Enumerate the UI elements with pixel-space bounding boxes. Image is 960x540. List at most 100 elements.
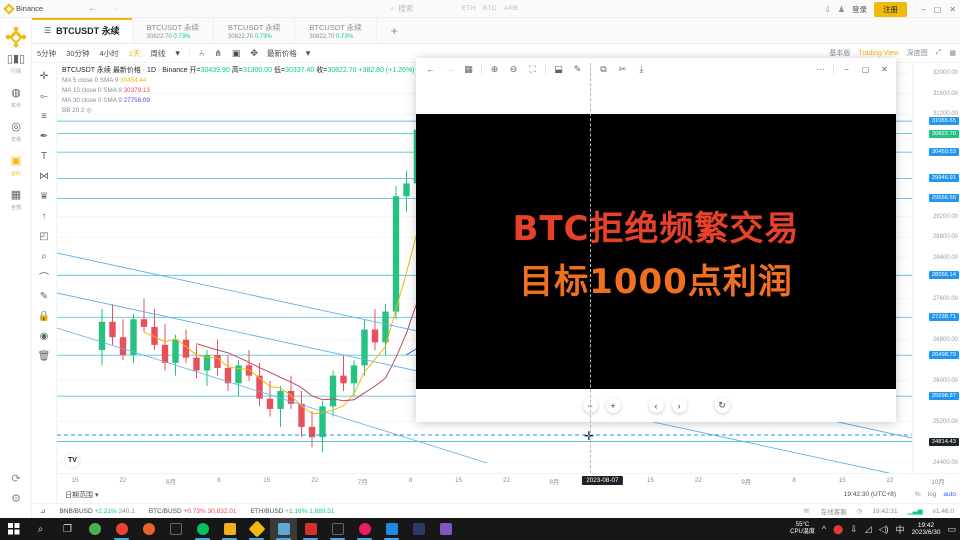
sidebar-item-trade[interactable]: ◎ 交易 — [0, 114, 32, 148]
timeframe-4h[interactable]: 4小时 — [95, 48, 124, 59]
tab-btcusdt-4[interactable]: BTCUSDT 永续 30822.70 0.73% — [295, 18, 377, 43]
tab-btcusdt-2[interactable]: BTCUSDT 永续 30822.70 0.73% — [133, 18, 215, 43]
search-icon[interactable]: ⌕ — [27, 518, 54, 540]
camtasia-icon[interactable] — [378, 518, 405, 540]
notification-icon[interactable]: ♟ — [838, 5, 845, 14]
maximize-icon[interactable]: ▢ — [934, 5, 942, 14]
next-image-button[interactable]: › — [671, 398, 687, 413]
price-mode-label[interactable]: 最新价格 — [263, 48, 301, 59]
volume-icon[interactable]: ◁) — [879, 524, 889, 535]
binance-logo-icon[interactable] — [4, 26, 27, 48]
crop-icon[interactable]: ⬓ — [549, 60, 568, 79]
forward-arrow-icon[interactable]: → — [440, 60, 459, 79]
expand-icon[interactable]: ⤢ — [936, 49, 942, 57]
save-icon[interactable]: ⤓ — [632, 60, 651, 79]
tradingview-logo-icon[interactable]: TV — [64, 452, 81, 469]
download-icon[interactable]: ⇩ — [850, 524, 858, 535]
close-icon[interactable]: ✕ — [875, 60, 894, 79]
register-button[interactable]: 注册 — [874, 1, 908, 17]
arrow-up-icon[interactable]: ↑ — [32, 206, 56, 226]
search-input[interactable]: 搜索 — [398, 3, 413, 14]
view-tradingview[interactable]: Trading View — [858, 50, 898, 57]
scale-auto-button[interactable]: auto — [943, 491, 956, 498]
scale-percent-button[interactable]: % — [915, 491, 921, 498]
wps-icon[interactable] — [297, 518, 324, 540]
image-viewer-window[interactable]: ← → ▦ ⊕ ⊖ ⛶ ⬓ ✎ ⧉ ✂ ⤓ ⋯ − ▢ ✕ BTC拒绝频繁交易 … — [416, 58, 896, 422]
task-view-icon[interactable]: ❐ — [54, 518, 81, 540]
coin-shortcut-eth[interactable]: ETH — [462, 5, 476, 12]
more-options-icon[interactable]: ⋯ — [811, 60, 830, 79]
resize-icon[interactable]: ⧉ — [594, 60, 613, 79]
settings-gear-icon[interactable]: ⚙ — [0, 492, 32, 505]
chevron-up-icon[interactable]: ^ — [822, 524, 826, 534]
sidebar-item-buy[interactable]: ◍ 买币 — [0, 80, 32, 114]
ruler-icon[interactable]: ◰ — [32, 226, 56, 246]
ticker-item-btc[interactable]: BTC/BUSD +0.73% 30,832.01 — [149, 508, 237, 515]
price-axis[interactable]: 32000.00 31600.00 31200.00 31065.65 30822.70… — [912, 63, 960, 473]
previous-image-button[interactable]: ‹ — [648, 398, 664, 413]
coin-shortcut-arb[interactable]: ARB — [504, 5, 518, 12]
exness-2-icon[interactable] — [324, 518, 351, 540]
file-explorer-icon[interactable] — [216, 518, 243, 540]
chevron-down-icon[interactable]: ▾ — [301, 48, 316, 59]
view-basic[interactable]: 基本版 — [829, 48, 850, 58]
viewer-image-canvas[interactable]: BTC拒绝频繁交易 目标1000点利润 — [416, 114, 896, 389]
exness-icon[interactable] — [162, 518, 189, 540]
zoom-in-button[interactable]: + — [605, 398, 621, 413]
blue-doc-icon[interactable] — [405, 518, 432, 540]
tab-btcusdt-active[interactable]: ☰ BTCUSDT 永续 — [32, 18, 133, 43]
indicator-icon[interactable]: ⋔ — [209, 48, 227, 59]
back-arrow-icon[interactable]: ← — [421, 60, 440, 79]
time-axis[interactable]: 15 22 6月 8 15 22 7月 8 15 22 8月 2023-08-07 15 22 9月 8 15 2… — [57, 473, 960, 488]
view-depth[interactable]: 深度图 — [907, 48, 928, 58]
thumbnails-icon[interactable]: ▦ — [459, 60, 478, 79]
tab-btcusdt-3[interactable]: BTCUSDT 永续 30822.70 0.73% — [214, 18, 296, 43]
sidebar-item-all[interactable]: ▦ 全部 — [0, 182, 32, 216]
fib-icon[interactable]: ⋈ — [32, 166, 56, 186]
timeframe-1w[interactable]: 周线 — [145, 48, 170, 59]
fit-screen-icon[interactable]: ⛶ — [523, 60, 542, 79]
chrome-icon[interactable] — [108, 518, 135, 540]
gear-icon[interactable]: ✥ — [245, 48, 263, 59]
sidebar-item-contract[interactable]: ▣ 合约 — [0, 148, 32, 182]
chevron-down-icon[interactable]: ▾ — [170, 48, 185, 59]
back-arrow-icon[interactable]: ← — [88, 3, 98, 14]
coin-shortcut-btc[interactable]: BTC — [483, 5, 497, 12]
crosshair-icon[interactable]: ✛ — [32, 66, 56, 86]
zoom-in-icon[interactable]: ⊕ — [485, 60, 504, 79]
notification-center-icon[interactable]: ▭ — [947, 524, 956, 535]
minimize-icon[interactable]: − — [837, 60, 856, 79]
zoom-out-icon[interactable]: ⊖ — [504, 60, 523, 79]
rotate-icon[interactable]: ✂ — [613, 60, 632, 79]
download-icon[interactable]: ⇩ — [824, 5, 831, 14]
ticker-item-bnb[interactable]: BNB/BUSD +2.21% 240.1 — [59, 508, 134, 515]
gallery-icon[interactable] — [432, 518, 459, 540]
eye-icon[interactable]: ◉ — [32, 326, 56, 346]
ticker-item-eth[interactable]: ETH/BUSD +1.16% 1,889.51 — [250, 508, 334, 515]
wechat-icon[interactable] — [189, 518, 216, 540]
zoom-in-icon[interactable]: ⌕ — [32, 246, 56, 266]
timeframe-5m[interactable]: 5分钟 — [32, 48, 61, 59]
horizontal-lines-icon[interactable]: ≡ — [32, 106, 56, 126]
login-button[interactable]: 登录 — [852, 4, 867, 15]
eye-off-icon[interactable]: ◎ — [86, 107, 92, 114]
text-icon[interactable]: T — [32, 146, 56, 166]
security-icon[interactable]: ⬤ — [833, 524, 843, 535]
timeframe-1d[interactable]: 1天 — [124, 48, 146, 59]
binance-icon[interactable] — [243, 518, 270, 540]
network-icon[interactable]: ◿ — [865, 524, 872, 535]
rotate-button[interactable]: ↻ — [714, 398, 730, 413]
taskbar-clock[interactable]: 19:42 2023/6/30 — [912, 522, 941, 537]
windows-start-icon[interactable] — [0, 518, 27, 540]
recorder-icon[interactable] — [351, 518, 378, 540]
photos-viewer-icon[interactable] — [270, 518, 297, 540]
support-label[interactable]: 在线客服 — [821, 506, 847, 516]
support-icon[interactable]: ☏ — [803, 507, 811, 515]
trash-icon[interactable]: 🗑 — [32, 346, 56, 366]
measure-icon[interactable]: ✎ — [32, 286, 56, 306]
add-tab-button[interactable]: + — [377, 18, 412, 43]
tab-list-icon[interactable]: ☰ — [44, 26, 51, 35]
refresh-icon[interactable]: ⟳ — [0, 472, 32, 485]
minimize-icon[interactable]: − — [921, 5, 926, 14]
scale-log-button[interactable]: log — [928, 491, 937, 498]
